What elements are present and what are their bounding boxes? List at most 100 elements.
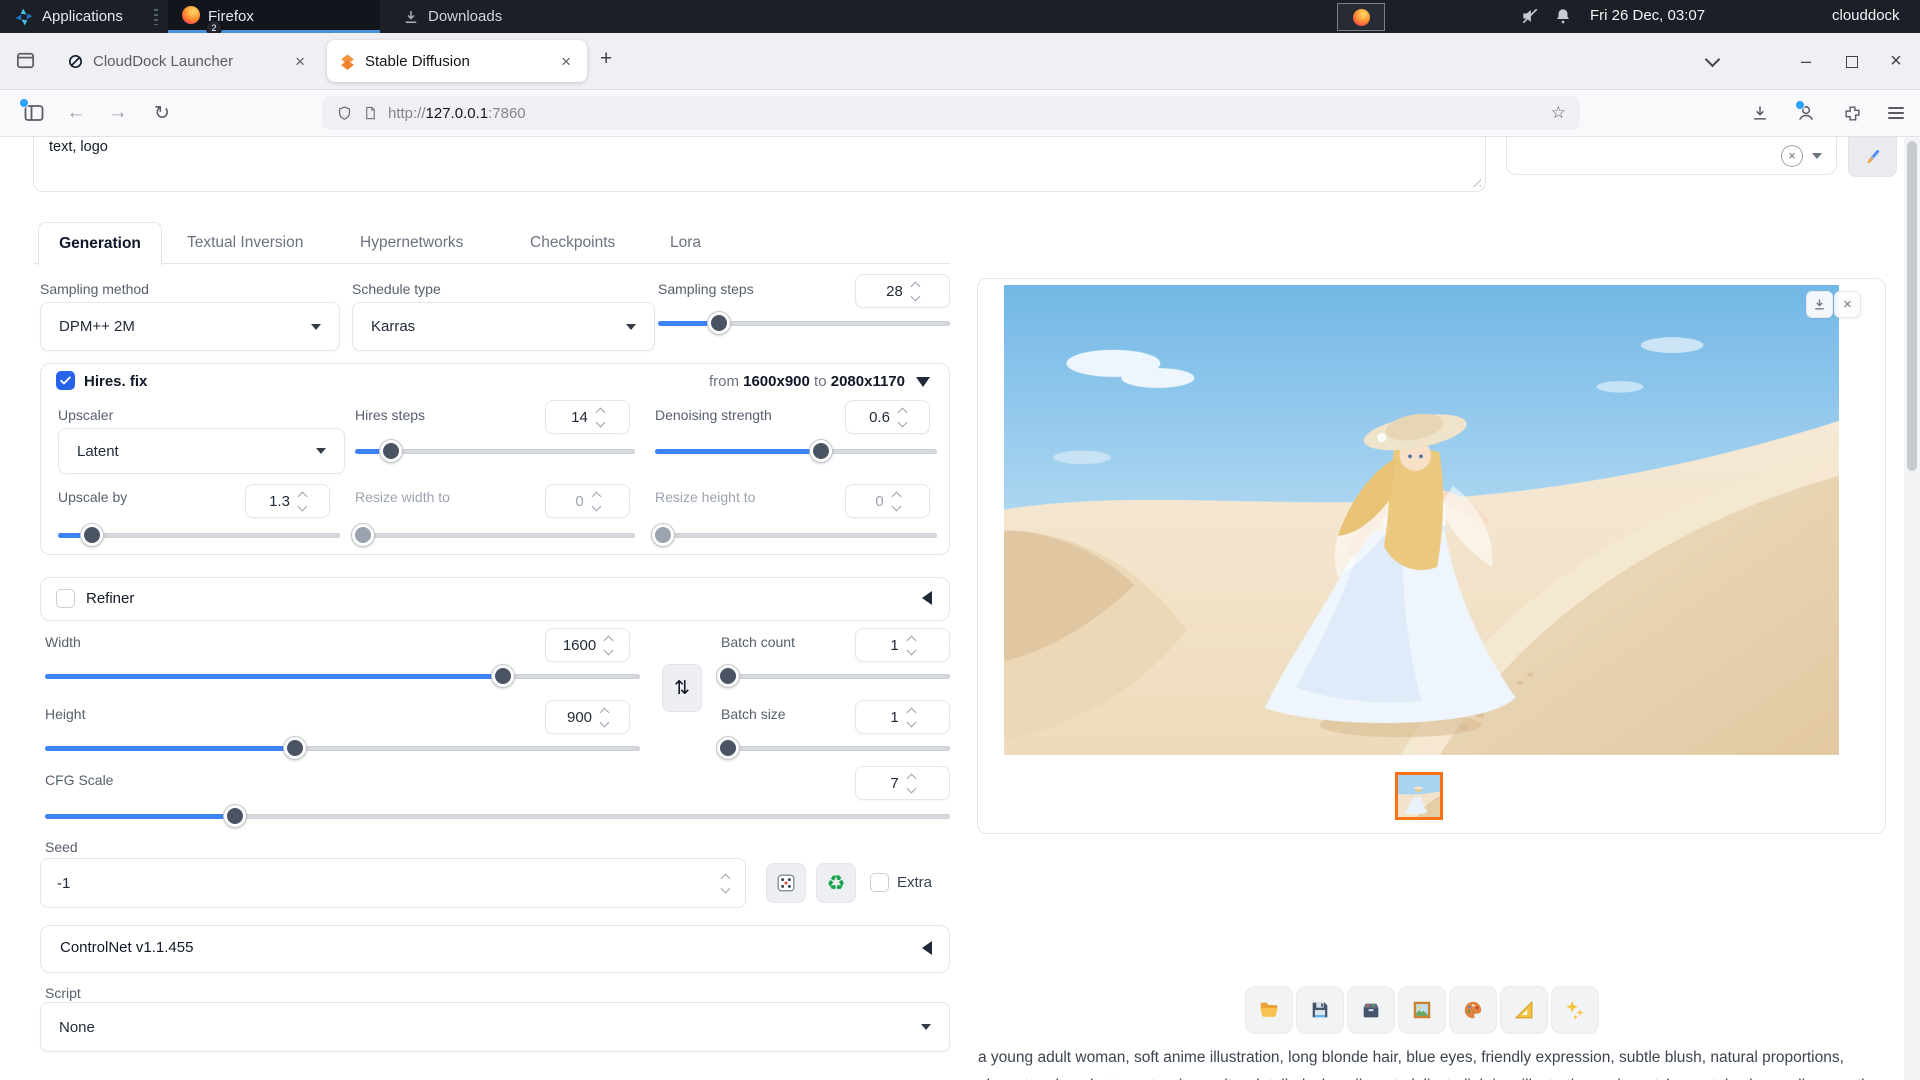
window-close-button[interactable]: × (1878, 33, 1914, 90)
generated-image[interactable] (1004, 285, 1839, 755)
reload-button[interactable]: ↻ (144, 90, 180, 136)
upscale-by-slider[interactable] (58, 524, 340, 546)
resize-height-input[interactable]: 0 (845, 484, 930, 518)
swap-dimensions-button[interactable]: ⇅ (662, 664, 702, 712)
send-to-inpaint-button[interactable] (1449, 986, 1497, 1034)
stepper-arrows-icon[interactable] (601, 709, 608, 726)
browser-tab-stable-diffusion[interactable]: Stable Diffusion × (327, 40, 587, 82)
tab-textual-inversion[interactable]: Textual Inversion (187, 234, 303, 252)
extra-seed-checkbox[interactable] (870, 873, 889, 892)
scrollbar-thumb[interactable] (1907, 141, 1917, 471)
stepper-arrows-icon[interactable] (908, 775, 915, 792)
batch-count-input[interactable]: 1 (855, 628, 950, 662)
sampling-steps-input[interactable]: 28 (855, 274, 950, 308)
sampling-steps-slider[interactable] (658, 312, 950, 334)
schedule-type-dropdown[interactable]: Karras (352, 302, 655, 351)
sampling-method-dropdown[interactable]: DPM++ 2M (40, 302, 340, 351)
stepper-arrows-icon[interactable] (908, 709, 915, 726)
styles-dropdown[interactable]: × (1506, 137, 1837, 175)
save-image-button[interactable] (1296, 986, 1344, 1034)
slider-thumb[interactable] (708, 312, 730, 334)
list-tabs-chevron-icon[interactable] (1694, 33, 1730, 90)
height-input[interactable]: 900 (545, 700, 630, 734)
script-dropdown[interactable]: None (40, 1002, 950, 1052)
stepper-arrows-icon[interactable] (299, 493, 306, 510)
slider-thumb[interactable] (492, 665, 514, 687)
audio-muted-icon[interactable] (1520, 6, 1540, 30)
slider-thumb[interactable] (717, 665, 739, 687)
taskbar-item-firefox[interactable]: 2 Firefox (168, 0, 380, 33)
new-tab-button[interactable]: + (600, 47, 612, 71)
open-folder-button[interactable] (1245, 986, 1293, 1034)
edit-styles-button[interactable] (1848, 137, 1897, 177)
tray-firefox-button[interactable] (1337, 3, 1385, 31)
height-slider[interactable] (45, 737, 640, 759)
width-slider[interactable] (45, 665, 640, 687)
slider-thumb[interactable] (224, 805, 246, 827)
tab-lora[interactable]: Lora (670, 234, 701, 252)
send-to-extras-button[interactable] (1500, 986, 1548, 1034)
browser-tab-clouddock[interactable]: CloudDock Launcher × (55, 40, 321, 82)
accordion-open-icon[interactable] (916, 377, 930, 387)
forward-button[interactable]: → (100, 90, 136, 136)
window-minimize-button[interactable]: – (1788, 33, 1824, 90)
account-icon[interactable] (1788, 90, 1824, 136)
seed-input[interactable]: -1 (40, 858, 746, 908)
batch-count-slider[interactable] (721, 665, 950, 687)
tab-hypernetworks[interactable]: Hypernetworks (360, 234, 463, 252)
width-input[interactable]: 1600 (545, 628, 630, 662)
downloads-icon[interactable] (1742, 90, 1778, 136)
firefox-view-icon[interactable] (14, 49, 37, 77)
tab-close-icon[interactable]: × (291, 51, 309, 72)
menu-icon[interactable] (1878, 90, 1914, 136)
denoising-strength-input[interactable]: 0.6 (845, 400, 930, 434)
resize-width-slider[interactable] (355, 524, 635, 546)
stepper-arrows-icon[interactable] (893, 493, 900, 510)
resize-height-slider[interactable] (655, 524, 937, 546)
stepper-arrows-icon[interactable] (722, 875, 729, 892)
bookmark-star-icon[interactable]: ☆ (1551, 103, 1566, 123)
taskbar-item-downloads[interactable]: Downloads (388, 0, 688, 33)
tab-generation[interactable]: Generation (38, 222, 162, 266)
stepper-arrows-icon[interactable] (605, 637, 612, 654)
sidebar-icon[interactable] (22, 101, 46, 130)
refiner-checkbox[interactable] (56, 589, 75, 608)
save-zip-button[interactable] (1347, 986, 1395, 1034)
cfg-scale-slider[interactable] (45, 805, 950, 827)
resize-handle[interactable] (1470, 176, 1481, 187)
hires-steps-input[interactable]: 14 (545, 400, 630, 434)
page-scrollbar[interactable] (1904, 137, 1920, 1080)
extensions-icon[interactable] (1834, 90, 1870, 136)
batch-size-slider[interactable] (721, 737, 950, 759)
batch-size-input[interactable]: 1 (855, 700, 950, 734)
slider-thumb[interactable] (810, 440, 832, 462)
stepper-arrows-icon[interactable] (912, 283, 919, 300)
slider-thumb[interactable] (717, 737, 739, 759)
slider-thumb[interactable] (284, 737, 306, 759)
accordion-closed-icon[interactable] (922, 941, 932, 955)
url-bar[interactable]: http://127.0.0.1:7860 ☆ (322, 96, 1580, 130)
refiner-panel[interactable] (40, 577, 950, 621)
stepper-arrows-icon[interactable] (908, 637, 915, 654)
tab-checkpoints[interactable]: Checkpoints (530, 234, 615, 252)
back-button[interactable]: ← (58, 90, 94, 136)
accordion-closed-icon[interactable] (922, 591, 932, 605)
image-close-button[interactable]: × (1834, 291, 1861, 318)
clock[interactable]: Fri 26 Dec, 03:07 (1590, 7, 1705, 24)
stepper-arrows-icon[interactable] (597, 409, 604, 426)
random-seed-button[interactable] (766, 863, 806, 903)
clear-styles-icon[interactable]: × (1781, 145, 1803, 167)
styles-caret-icon[interactable] (1812, 153, 1822, 159)
hires-steps-slider[interactable] (355, 440, 635, 462)
send-to-img2img-button[interactable] (1398, 986, 1446, 1034)
page-info-icon[interactable] (363, 105, 378, 121)
hires-fix-checkbox[interactable] (56, 371, 75, 390)
reuse-seed-button[interactable]: ♻ (816, 863, 856, 903)
shield-icon[interactable] (336, 105, 353, 122)
upscale-button[interactable] (1551, 986, 1599, 1034)
stepper-arrows-icon[interactable] (899, 409, 906, 426)
image-download-button[interactable] (1806, 291, 1833, 318)
stepper-arrows-icon[interactable] (593, 493, 600, 510)
slider-thumb[interactable] (81, 524, 103, 546)
slider-thumb[interactable] (352, 524, 374, 546)
